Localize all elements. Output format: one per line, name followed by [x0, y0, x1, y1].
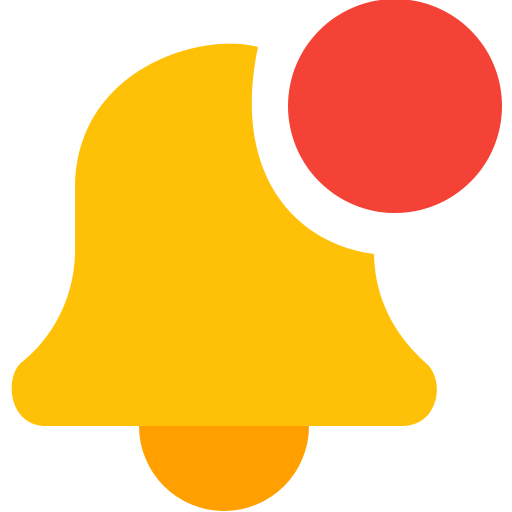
notification-dot-icon — [288, 0, 502, 213]
notification-icon-canvas — [0, 0, 512, 512]
notification-bell-icon[interactable] — [0, 0, 512, 512]
